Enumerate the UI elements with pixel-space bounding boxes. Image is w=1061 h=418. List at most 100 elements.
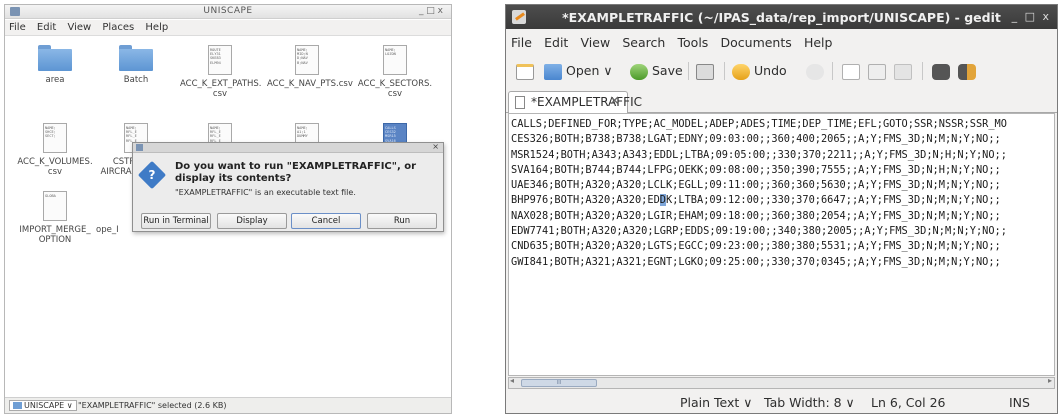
text-document-icon [515, 96, 525, 109]
run-button[interactable]: Run [367, 213, 437, 229]
run-or-display-dialog: × ? Do you want to run "EXAMPLETRAFFIC",… [132, 142, 444, 232]
undo-button[interactable]: Undo [732, 59, 787, 83]
file-item[interactable]: NAME; SHCE; SECT; ACC_K_VOLUMES. csv [15, 123, 95, 177]
new-document-icon [516, 63, 534, 80]
toolbar-separator [922, 62, 923, 80]
gedit-menubar: File Edit View Search Tools Documents He… [506, 31, 1057, 53]
file-label: ACC_K_VOLUMES. csv [17, 157, 93, 177]
folder-icon [119, 45, 153, 71]
menu-documents[interactable]: Documents [716, 31, 796, 50]
file-item[interactable]: NAME; LOZON ACC_K_SECTORS. csv [355, 45, 435, 99]
find-button[interactable] [932, 59, 954, 83]
file-manager-window: UNISCAPE _ □ x File Edit View Places Hel… [4, 4, 452, 414]
open-label: Open [566, 63, 600, 78]
file-item[interactable]: area [15, 45, 95, 85]
horizontal-scrollbar[interactable]: ◂ III ▸ [508, 376, 1055, 389]
run-in-terminal-button[interactable]: Run in Terminal [141, 213, 211, 229]
tab-close-icon[interactable]: ✕ [609, 92, 620, 112]
cursor-position: Ln 6, Col 26 [871, 395, 946, 410]
cut-button[interactable] [842, 59, 864, 83]
file-manager-titlebar: UNISCAPE _ □ x [5, 5, 451, 19]
file-item[interactable]: Batch [96, 45, 176, 85]
editor-line: SVA164;BOTH;B744;B744;LFPG;OEKK;09:08:00… [511, 163, 1001, 176]
window-controls[interactable]: _ □ x [419, 6, 443, 16]
menu-help[interactable]: Help [799, 31, 837, 50]
folder-icon [13, 402, 22, 409]
scroll-left-arrow-icon[interactable]: ◂ [510, 376, 514, 385]
file-manager-statusbar: UNISCAPE ∨ "EXAMPLETRAFFIC" selected (2.… [5, 397, 451, 413]
text-file-icon: GLOBA [43, 191, 67, 221]
file-label: ope_I [96, 225, 119, 235]
toolbar-separator [724, 62, 725, 80]
file-manager-menubar: File Edit View Places Help [5, 20, 451, 36]
text-editor[interactable]: CALLS;DEFINED_FOR;TYPE;AC_MODEL;ADEP;ADE… [508, 113, 1055, 376]
tab-width-selector[interactable]: Tab Width: 8 ∨ [764, 395, 855, 410]
menu-file[interactable]: File [506, 31, 536, 50]
editor-line: CES326;BOTH;B738;B738;LGAT;EDNY;09:03:00… [511, 133, 1001, 146]
file-item[interactable]: NAME; MID;N D;NAV B;NAV ACC_K_NAV_PTS.csv [267, 45, 353, 89]
binoculars-icon [932, 63, 950, 80]
save-icon [630, 63, 648, 80]
scrollbar-thumb[interactable]: III [521, 379, 597, 387]
dialog-detail: "EXAMPLETRAFFIC" is an executable text f… [175, 188, 356, 197]
open-folder-icon [544, 63, 562, 80]
undo-label: Undo [754, 63, 787, 78]
location-dropdown[interactable]: UNISCAPE ∨ [9, 400, 77, 411]
toolbar-separator [688, 62, 689, 80]
file-label: IMPORT_MERGE_ OPTION [19, 225, 91, 245]
editor-lines: CALLS;DEFINED_FOR;TYPE;AC_MODEL;ADEP;ADE… [509, 114, 1054, 270]
menu-help[interactable]: Help [141, 20, 172, 33]
file-item[interactable]: ope_I [96, 191, 126, 235]
menu-edit[interactable]: Edit [33, 20, 60, 33]
toolbar-separator [832, 62, 833, 80]
redo-button[interactable] [806, 59, 828, 83]
tab-exampletraffic[interactable]: *EXAMPLETRAFFIC ✕ [508, 91, 642, 113]
file-label: ACC_K_SECTORS. csv [357, 79, 433, 99]
gedit-window-controls[interactable]: _ □ x [1012, 10, 1051, 23]
copy-button[interactable] [868, 59, 890, 83]
menu-file[interactable]: File [5, 20, 30, 33]
print-button[interactable] [696, 59, 718, 83]
file-label: area [45, 75, 65, 85]
editor-line: MSR1524;BOTH;A343;A343;EDDL;LTBA;09:05:0… [511, 148, 1007, 161]
paste-icon [894, 63, 912, 80]
file-label: ACC_K_NAV_PTS.csv [267, 79, 353, 89]
text-file-icon: NAME; LOZON [383, 45, 407, 75]
editor-line: UAE346;BOTH;A320;A320;LCLK;EGLL;09:11:00… [511, 179, 1001, 192]
scissors-icon [842, 63, 860, 80]
find-replace-button[interactable] [958, 59, 980, 83]
menu-view[interactable]: View [576, 31, 615, 50]
menu-view[interactable]: View [63, 20, 95, 33]
open-button[interactable]: Open ∨ [544, 59, 613, 83]
gedit-titlebar: *EXAMPLETRAFFIC (~/IPAS_data/rep_import/… [506, 5, 1057, 29]
selection-status: "EXAMPLETRAFFIC" selected (2.6 KB) [78, 401, 227, 410]
file-label: Batch [123, 75, 149, 85]
dialog-close-icon[interactable]: × [432, 142, 439, 151]
new-document-button[interactable] [516, 59, 538, 83]
gedit-toolbar: Open ∨ Save Undo [506, 54, 1057, 88]
scroll-right-arrow-icon[interactable]: ▸ [1048, 376, 1052, 385]
undo-icon [732, 63, 750, 80]
file-label: ACC_K_EXT_PATHS. csv [180, 79, 262, 99]
display-button[interactable]: Display [217, 213, 287, 229]
document-tabbar: *EXAMPLETRAFFIC ✕ [506, 91, 1057, 113]
menu-places[interactable]: Places [98, 20, 138, 33]
gedit-title: *EXAMPLETRAFFIC (~/IPAS_data/rep_import/… [562, 10, 1001, 25]
save-label: Save [652, 63, 683, 78]
editor-line: EDW7741;BOTH;A320;A320;LGRP;EDDS;09:19:0… [511, 225, 1007, 238]
editor-line: NAX028;BOTH;A320;A320;LGIR;EHAM;09:18:00… [511, 209, 1001, 222]
dialog-titlebar: × [133, 142, 443, 153]
paste-button[interactable] [894, 59, 916, 83]
cancel-button[interactable]: Cancel [291, 213, 361, 229]
tab-label: *EXAMPLETRAFFIC [531, 95, 642, 109]
file-item[interactable]: GLOBA IMPORT_MERGE_ OPTION [15, 191, 95, 245]
save-button[interactable]: Save [630, 59, 683, 83]
menu-search[interactable]: Search [617, 31, 669, 50]
text-file-icon: NAME; SHCE; SECT; [43, 123, 67, 153]
language-selector[interactable]: Plain Text ∨ [680, 395, 752, 410]
find-replace-icon [958, 63, 976, 80]
file-manager-title: UNISCAPE [203, 6, 253, 16]
menu-tools[interactable]: Tools [673, 31, 713, 50]
menu-edit[interactable]: Edit [539, 31, 572, 50]
file-item[interactable]: ROUTE ELY31 SKE83 ELM94 ACC_K_EXT_PATHS. … [180, 45, 262, 99]
